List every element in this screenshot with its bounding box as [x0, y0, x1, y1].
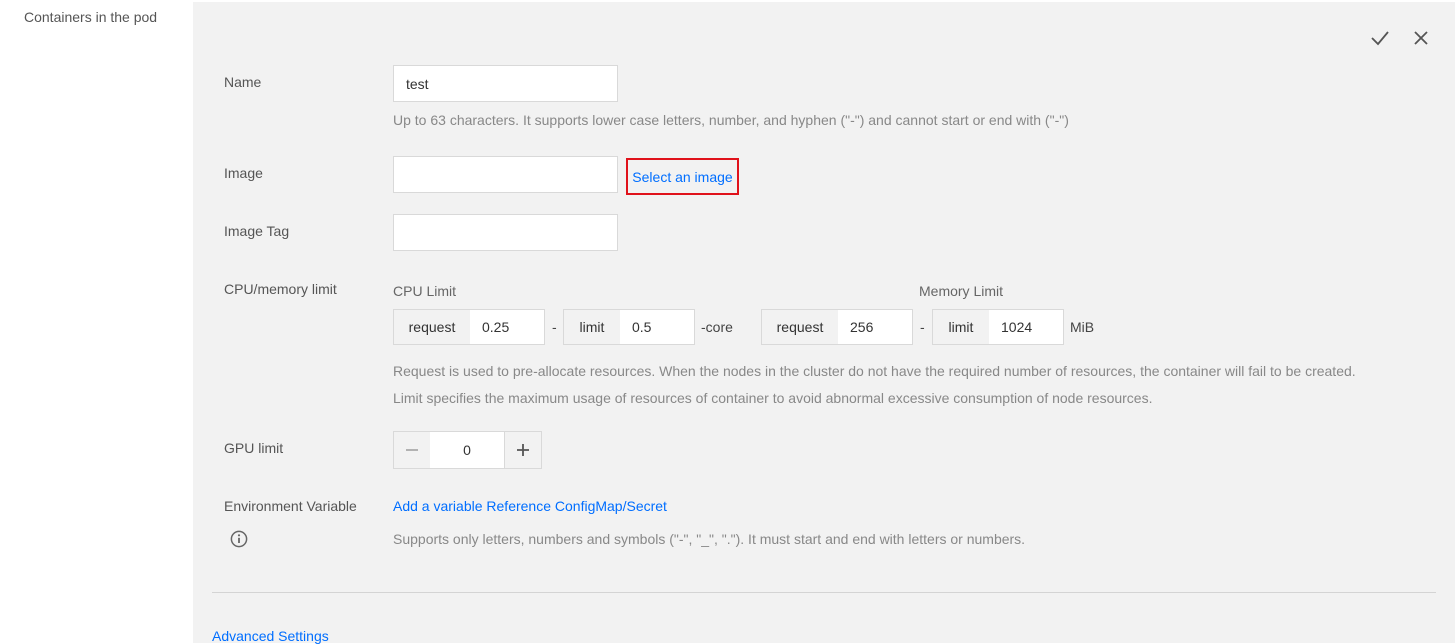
- memory-request-input[interactable]: [838, 309, 913, 345]
- reference-configmap-link[interactable]: Reference ConfigMap/Secret: [486, 498, 667, 514]
- add-variable-link[interactable]: Add a variable: [393, 498, 483, 514]
- cpu-memory-label: CPU/memory limit: [224, 281, 337, 297]
- cpu-unit: -core: [701, 319, 733, 335]
- memory-dash: -: [920, 319, 925, 335]
- gpu-decrement-button[interactable]: [393, 431, 431, 469]
- cpu-limit-addon: limit: [563, 309, 621, 345]
- image-label: Image: [224, 165, 263, 181]
- cpu-memory-hint-2: Limit specifies the maximum usage of res…: [393, 390, 1153, 406]
- gpu-increment-button[interactable]: [504, 431, 542, 469]
- memory-limit-input[interactable]: [989, 309, 1064, 345]
- image-tag-label: Image Tag: [224, 223, 290, 239]
- section-divider: [212, 592, 1436, 593]
- image-tag-input[interactable]: [393, 214, 618, 251]
- side-label: Containers in the pod: [24, 9, 158, 25]
- name-hint: Up to 63 characters. It supports lower c…: [393, 112, 1069, 128]
- memory-unit: MiB: [1070, 319, 1095, 335]
- info-icon[interactable]: [230, 530, 248, 548]
- env-links: Add a variable Reference ConfigMap/Secre…: [393, 498, 667, 514]
- cpu-request-input[interactable]: [470, 309, 545, 345]
- name-label: Name: [224, 74, 262, 90]
- cpu-limit-label: CPU Limit: [393, 283, 457, 299]
- memory-request-addon: request: [761, 309, 839, 345]
- select-image-highlight: Select an image: [626, 158, 739, 195]
- cpu-dash: -: [552, 319, 557, 335]
- memory-limit-label: Memory Limit: [919, 283, 1004, 299]
- check-icon[interactable]: [1369, 27, 1391, 49]
- cpu-request-addon: request: [393, 309, 471, 345]
- gpu-value[interactable]: 0: [430, 431, 504, 469]
- memory-limit-addon: limit: [932, 309, 990, 345]
- select-image-link[interactable]: Select an image: [632, 169, 732, 185]
- image-input[interactable]: [393, 156, 618, 193]
- cpu-memory-hint-1: Request is used to pre-allocate resource…: [393, 363, 1356, 379]
- plus-icon: [517, 444, 529, 456]
- container-edit-panel: Name Up to 63 characters. It supports lo…: [193, 2, 1455, 644]
- env-hint: Supports only letters, numbers and symbo…: [393, 531, 1026, 547]
- name-input[interactable]: [393, 65, 618, 102]
- env-variable-label: Environment Variable: [224, 498, 357, 514]
- advanced-settings-link[interactable]: Advanced Settings: [212, 628, 329, 644]
- close-icon[interactable]: [1410, 27, 1432, 49]
- cpu-limit-input[interactable]: [620, 309, 695, 345]
- minus-icon: [406, 449, 418, 451]
- gpu-limit-label: GPU limit: [224, 440, 284, 456]
